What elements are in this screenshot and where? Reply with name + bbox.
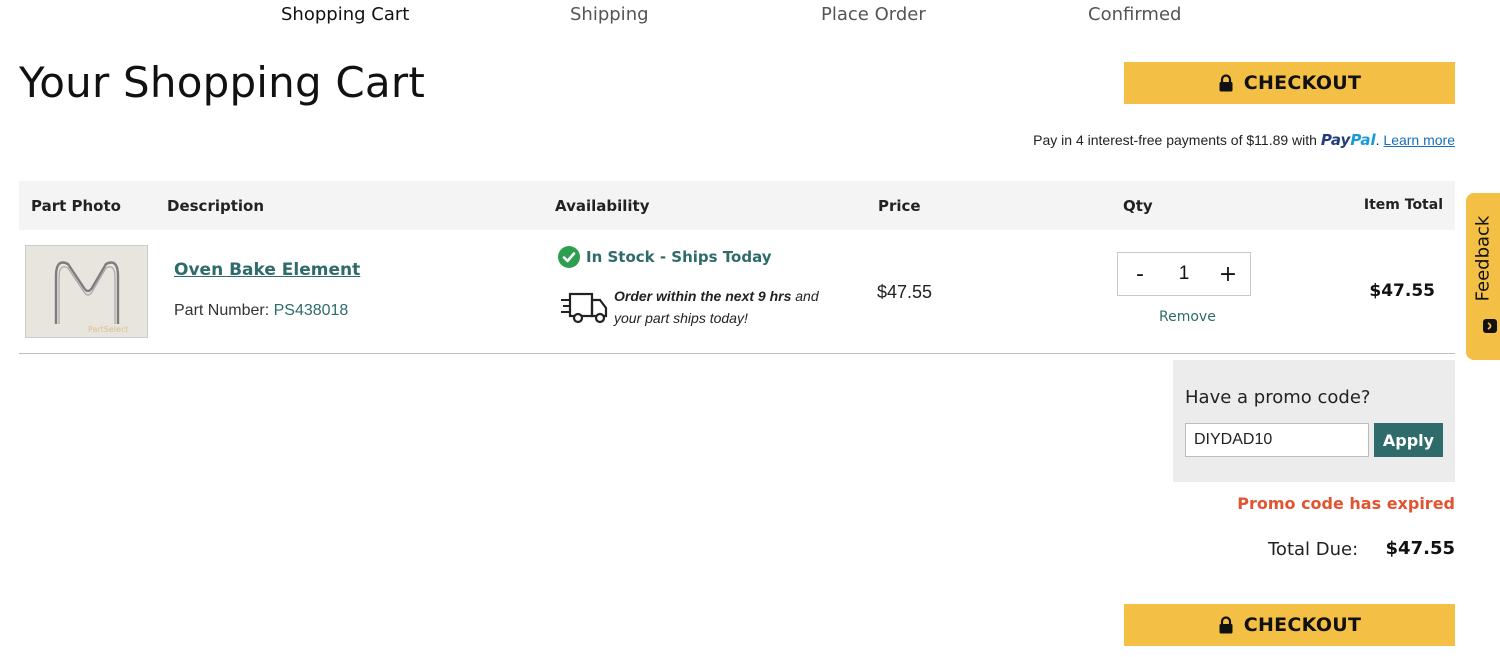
checkout-label: CHECKOUT (1243, 614, 1362, 636)
item-total: $47.55 (1369, 281, 1435, 301)
header-availability: Availability (555, 197, 650, 215)
paypal-installments: Pay in 4 interest-free payments of $11.8… (1033, 131, 1455, 149)
lock-icon (1219, 74, 1233, 92)
header-item-total: Item Total (1363, 197, 1443, 213)
table-row: PartSelect Oven Bake Element Part Number… (19, 230, 1455, 354)
remove-item-link[interactable]: Remove (1159, 309, 1216, 325)
cart-table-header: Part Photo Description Availability Pric… (19, 181, 1455, 230)
ship-message-rest: and (791, 288, 819, 304)
lock-icon (1219, 616, 1233, 634)
ship-message-bold: Order within the next 9 hrs (614, 288, 792, 304)
paypal-period: . (1375, 132, 1380, 148)
promo-code-box: Have a promo code? Apply (1173, 360, 1455, 482)
qty-value[interactable]: 1 (1179, 263, 1190, 285)
part-number-label: Part Number: (174, 302, 270, 319)
feedback-label: Feedback (1472, 215, 1494, 301)
promo-code-label: Have a promo code? (1185, 387, 1371, 408)
promo-code-input[interactable] (1185, 423, 1369, 457)
page-title: Your Shopping Cart (19, 58, 426, 107)
header-qty: Qty (1123, 197, 1153, 215)
qty-decrease-button[interactable]: - (1130, 262, 1150, 287)
apply-promo-button[interactable]: Apply (1374, 423, 1443, 457)
ship-message: Order within the next 9 hrs and your par… (614, 285, 819, 329)
step-place-order: Place Order (821, 4, 926, 25)
paypal-logo-pay: Pay (1320, 131, 1351, 149)
learn-more-link[interactable]: Learn more (1383, 132, 1455, 148)
part-photo[interactable]: PartSelect (25, 245, 148, 338)
feedback-label-wrap: Feedback (1468, 203, 1498, 313)
paypal-text: Pay in 4 interest-free payments of $11.8… (1033, 132, 1317, 148)
total-due-value: $47.55 (1385, 538, 1455, 559)
header-description: Description (167, 197, 265, 215)
ship-message-line2: your part ships today! (614, 310, 748, 326)
stock-status: In Stock - Ships Today (558, 246, 772, 268)
photo-watermark: PartSelect (88, 325, 128, 334)
check-circle-icon (558, 246, 580, 268)
part-number-value: PS438018 (273, 302, 349, 319)
qty-increase-button[interactable]: + (1218, 262, 1238, 287)
checkout-steps: Shopping Cart Shipping Place Order Confi… (0, 4, 1500, 28)
feedback-tab[interactable]: Feedback (1466, 193, 1500, 360)
paypal-logo-pal: Pal (1350, 131, 1376, 149)
item-price: $47.55 (877, 282, 933, 302)
paypal-logo: PayPal (1321, 131, 1376, 149)
total-due-label: Total Due: (1268, 539, 1359, 560)
feedback-smiley-icon (1483, 319, 1497, 333)
step-shipping: Shipping (570, 4, 649, 25)
part-number: Part Number: PS438018 (174, 302, 348, 320)
step-shopping-cart: Shopping Cart (281, 4, 410, 25)
oven-element-image: PartSelect (26, 246, 147, 337)
quantity-stepper: - 1 + (1117, 252, 1251, 296)
availability-text: In Stock - Ships Today (586, 248, 772, 266)
header-part-photo: Part Photo (31, 197, 121, 215)
header-price: Price (878, 197, 921, 215)
part-name-link[interactable]: Oven Bake Element (174, 260, 360, 280)
delivery-truck-icon (561, 292, 608, 324)
checkout-label: CHECKOUT (1243, 72, 1362, 94)
promo-error-message: Promo code has expired (1237, 494, 1455, 513)
checkout-button-bottom[interactable]: CHECKOUT (1124, 604, 1455, 646)
step-confirmed: Confirmed (1088, 4, 1182, 25)
checkout-button-top[interactable]: CHECKOUT (1124, 62, 1455, 104)
